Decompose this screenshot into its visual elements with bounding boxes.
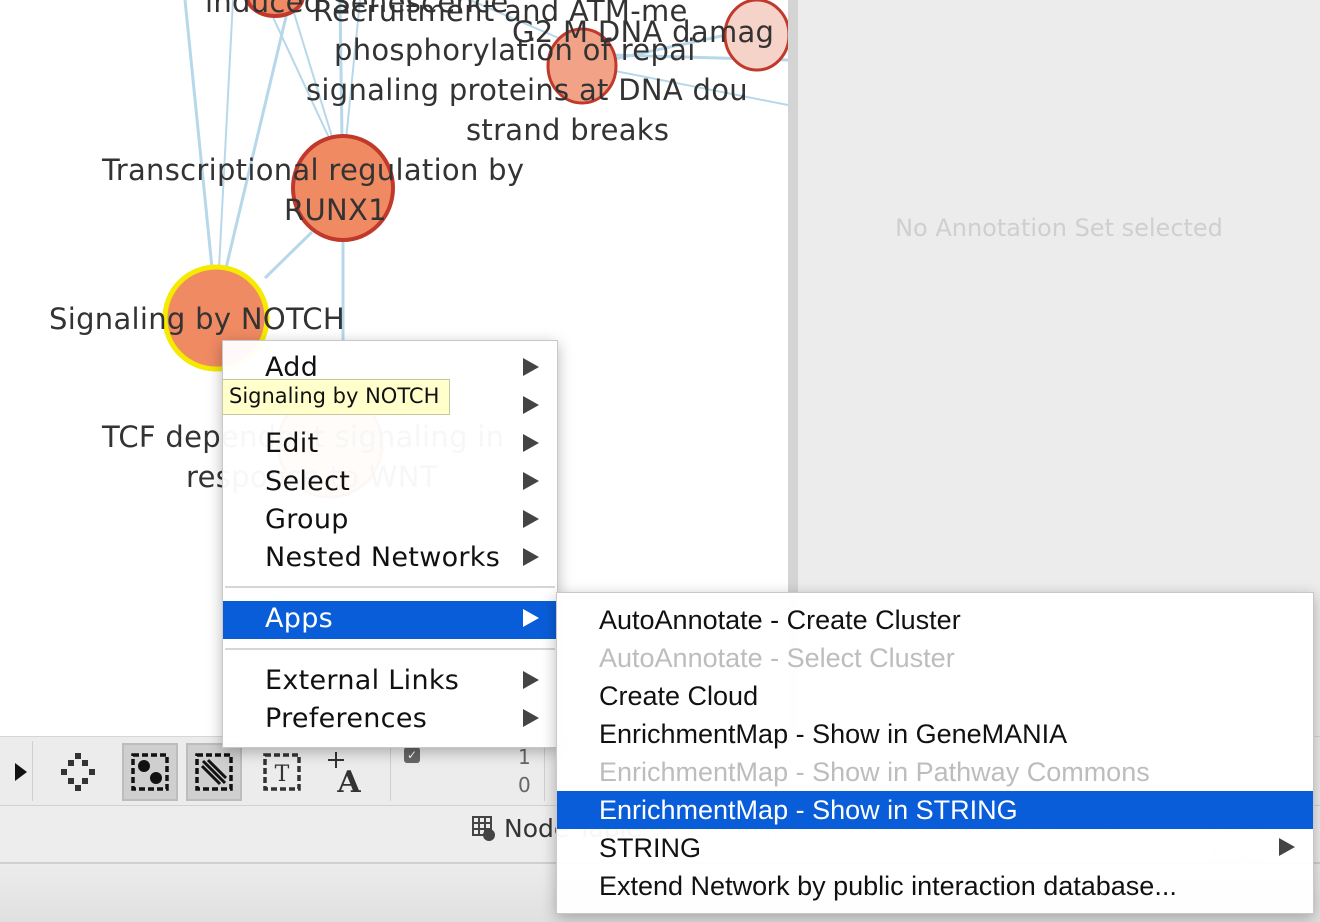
menu-item-apps[interactable]: Apps xyxy=(223,601,557,639)
submenu-item-autoannotate-create-cluster[interactable]: AutoAnnotate - Create Cluster xyxy=(557,601,1313,639)
edge[interactable] xyxy=(218,0,234,269)
submenu-arrow-icon xyxy=(523,609,539,627)
toolbar-separator xyxy=(390,741,391,801)
menu-item-label: Preferences xyxy=(265,703,428,734)
menu-item-label: Edit xyxy=(265,428,319,459)
menu-item-nested-networks[interactable]: Nested Networks xyxy=(223,540,557,578)
submenu-arrow-icon xyxy=(523,671,539,689)
node-label-runx1-2: RUNX1 xyxy=(284,193,387,227)
menu-item-label: Apps xyxy=(265,603,334,634)
submenu-item-autoannotate-select-cluster: AutoAnnotate - Select Cluster xyxy=(557,639,1313,677)
apps-submenu: AutoAnnotate - Create Cluster AutoAnnota… xyxy=(556,592,1314,914)
submenu-arrow-icon xyxy=(1279,838,1295,856)
hidden-count: 0 xyxy=(518,773,531,797)
submenu-item-show-in-genemania[interactable]: EnrichmentMap - Show in GeneMANIA xyxy=(557,715,1313,753)
menu-item-preferences[interactable]: Preferences xyxy=(223,701,557,739)
toolbar-separator xyxy=(544,741,545,801)
submenu-item-label: Create Cloud xyxy=(599,681,759,711)
menu-item-group[interactable]: Group xyxy=(223,502,557,540)
move-label-button[interactable]: A xyxy=(318,743,374,801)
select-nodes-button[interactable] xyxy=(122,743,178,801)
show-all-button[interactable] xyxy=(50,743,106,801)
previous-icon xyxy=(15,763,27,781)
menu-item-select[interactable]: Select xyxy=(223,464,557,502)
svg-text:A: A xyxy=(336,765,361,794)
menu-separator xyxy=(225,648,555,650)
svg-text:T: T xyxy=(275,762,290,787)
submenu-item-label: EnrichmentMap - Show in GeneMANIA xyxy=(599,719,1068,749)
node-label-atm-2: phosphorylation of repai xyxy=(334,33,696,67)
submenu-arrow-icon xyxy=(523,472,539,490)
submenu-item-show-in-string[interactable]: EnrichmentMap - Show in STRING xyxy=(557,791,1313,829)
submenu-item-label: STRING xyxy=(599,833,702,863)
menu-item-edit[interactable]: Edit xyxy=(223,426,557,464)
select-annotations-button[interactable]: T xyxy=(254,743,310,801)
node-label-notch: Signaling by NOTCH xyxy=(49,302,345,336)
submenu-item-string[interactable]: STRING xyxy=(557,829,1313,867)
submenu-item-label: EnrichmentMap - Show in Pathway Commons xyxy=(599,757,1150,787)
submenu-item-label: AutoAnnotate - Select Cluster xyxy=(599,643,955,673)
submenu-arrow-icon xyxy=(523,510,539,528)
menu-item-label: Group xyxy=(265,504,349,535)
select-nodes-icon xyxy=(131,753,169,791)
edge[interactable] xyxy=(224,0,292,269)
menu-item-label: External Links xyxy=(265,665,460,696)
submenu-item-label: AutoAnnotate - Create Cluster xyxy=(599,605,961,635)
menu-item-label: Select xyxy=(265,466,351,497)
menu-item-label: Nested Networks xyxy=(265,542,501,573)
node-label-atm-4: strand breaks xyxy=(466,113,670,147)
submenu-item-label: Extend Network by public interaction dat… xyxy=(599,871,1177,901)
node-tooltip: Signaling by NOTCH xyxy=(222,379,450,415)
submenu-item-show-in-pathway-commons: EnrichmentMap - Show in Pathway Commons xyxy=(557,753,1313,791)
submenu-arrow-icon xyxy=(523,358,539,376)
edge[interactable] xyxy=(183,0,214,269)
node-table-icon xyxy=(472,815,495,841)
submenu-arrow-icon xyxy=(523,434,539,452)
node-label-atm-3: signaling proteins at DNA dou xyxy=(306,73,748,107)
toolbar-separator xyxy=(32,741,33,801)
edge[interactable] xyxy=(263,230,314,280)
previous-button[interactable] xyxy=(0,743,27,801)
select-edges-icon xyxy=(195,753,233,791)
menu-item-external-links[interactable]: External Links xyxy=(223,663,557,701)
annotation-empty-message: No Annotation Set selected xyxy=(895,214,1223,242)
menu-separator xyxy=(225,586,555,588)
submenu-item-label: EnrichmentMap - Show in STRING xyxy=(599,795,1018,825)
submenu-item-create-cloud[interactable]: Create Cloud xyxy=(557,677,1313,715)
show-all-icon xyxy=(61,753,95,791)
selected-count: 1 xyxy=(518,745,531,769)
submenu-arrow-icon xyxy=(523,709,539,727)
select-annotations-icon: T xyxy=(263,753,301,791)
selected-checkbox-icon[interactable]: ✓ xyxy=(404,747,420,763)
submenu-item-extend-network[interactable]: Extend Network by public interaction dat… xyxy=(557,867,1313,905)
select-edges-button[interactable] xyxy=(186,743,242,801)
node-label-runx1-1: Transcriptional regulation by xyxy=(102,153,525,187)
submenu-arrow-icon xyxy=(523,548,539,566)
move-label-icon: A xyxy=(328,752,361,794)
submenu-arrow-icon xyxy=(523,396,539,414)
